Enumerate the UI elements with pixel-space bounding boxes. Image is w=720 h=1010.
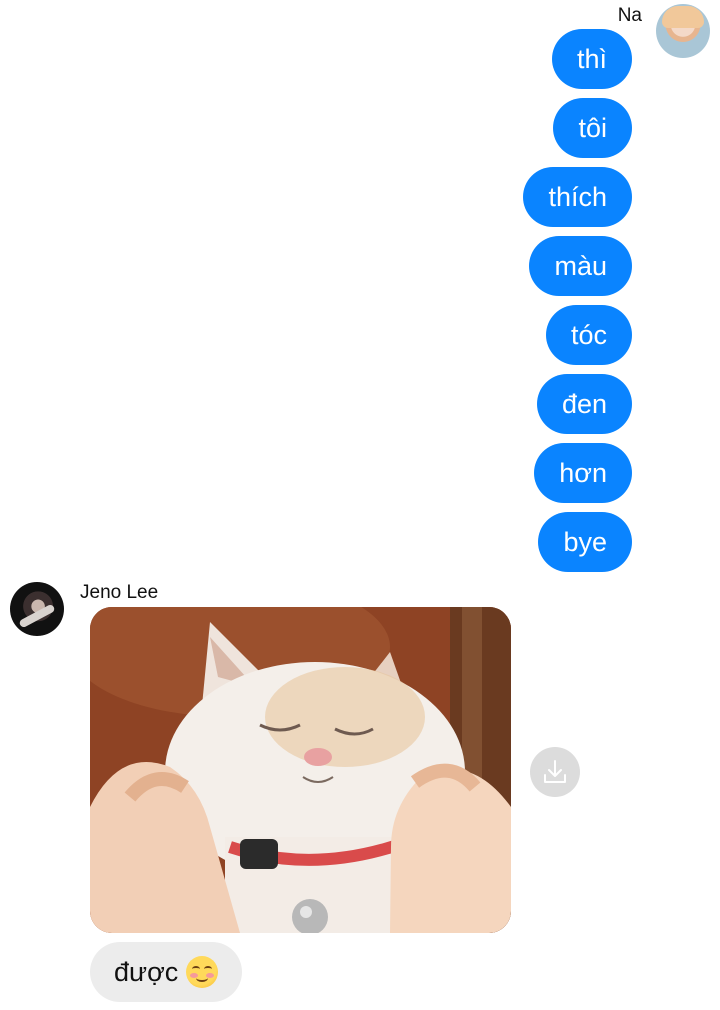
message-bubble-outgoing[interactable]: hơn (534, 443, 632, 503)
shared-photo-cat[interactable] (90, 607, 511, 933)
avatar-detail (18, 603, 56, 629)
incoming-sender-name: Jeno Lee (80, 582, 159, 603)
outgoing-sender-name: Na (617, 5, 642, 26)
avatar-jeno-lee[interactable] (10, 582, 64, 636)
avatar-hair (662, 6, 704, 28)
message-bubble-outgoing[interactable]: thích (523, 167, 632, 227)
smiling-face-emoji-icon (186, 956, 219, 988)
outgoing-message-group: thì tôi thích màu tóc đen hơn bye (523, 29, 632, 572)
message-text: được (114, 957, 179, 987)
message-bubble-outgoing[interactable]: đen (536, 374, 632, 434)
message-bubble-outgoing[interactable]: tôi (553, 98, 632, 158)
avatar-na[interactable] (656, 4, 710, 58)
message-bubble-outgoing[interactable]: thì (551, 29, 632, 89)
message-bubble-outgoing[interactable]: màu (529, 236, 632, 296)
cat-photo-illustration (90, 607, 511, 933)
download-icon (544, 760, 566, 783)
message-bubble-outgoing[interactable]: bye (538, 512, 632, 572)
message-bubble-outgoing[interactable]: tóc (545, 305, 632, 365)
message-bubble-incoming[interactable]: được (90, 942, 243, 1002)
download-button[interactable] (530, 747, 580, 797)
